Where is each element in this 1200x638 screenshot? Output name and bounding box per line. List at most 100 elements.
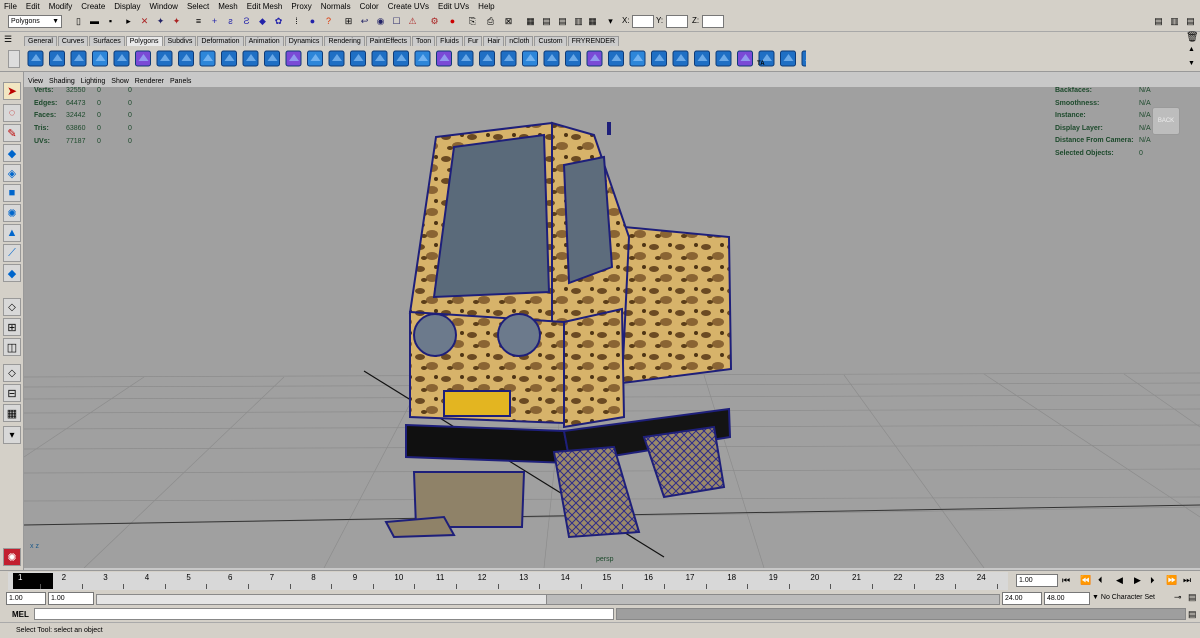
fill-hole-icon[interactable] bbox=[780, 50, 796, 67]
panel-menu-renderer[interactable]: Renderer bbox=[135, 78, 164, 85]
command-input[interactable] bbox=[34, 608, 614, 620]
soccer-ball-icon[interactable] bbox=[242, 50, 259, 67]
history-icon[interactable]: ⚙ bbox=[428, 15, 441, 28]
snap-curve-icon[interactable]: ↩ bbox=[358, 15, 371, 28]
shelf-scroll-up-icon[interactable]: ▲ bbox=[1188, 46, 1195, 53]
fryrender-logo-icon[interactable]: ✺ bbox=[3, 548, 21, 566]
transform-mode-icon[interactable]: ▾ bbox=[604, 15, 617, 28]
panel-menu-panels[interactable]: Panels bbox=[170, 78, 191, 85]
shelf-scroll-down-icon[interactable]: ▼ bbox=[1188, 60, 1195, 67]
cube-icon[interactable] bbox=[49, 50, 65, 67]
boolean-difference-icon[interactable] bbox=[393, 50, 409, 67]
show-tool-settings-icon[interactable]: ▤ bbox=[1184, 15, 1197, 28]
menu-edit[interactable]: Edit bbox=[26, 2, 40, 11]
boolean-intersection-icon[interactable] bbox=[414, 50, 431, 67]
panel-menu-shading[interactable]: Shading bbox=[49, 78, 75, 85]
menu-create[interactable]: Create bbox=[81, 2, 105, 11]
menu-normals[interactable]: Normals bbox=[321, 2, 351, 11]
single-perspective-layout-icon[interactable]: ◇ bbox=[3, 298, 21, 316]
soft-modification-icon[interactable]: ▲ bbox=[3, 224, 21, 242]
append-polygon-icon[interactable] bbox=[457, 50, 474, 67]
pyramid-icon[interactable] bbox=[178, 50, 194, 67]
tab-fur[interactable]: Fur bbox=[463, 36, 483, 46]
rotate-tool-icon[interactable]: ◈ bbox=[3, 164, 21, 182]
delete-edge-icon[interactable] bbox=[651, 50, 667, 67]
persp-outliner-layout-icon[interactable]: ◫ bbox=[3, 338, 21, 356]
go-to-end-icon[interactable]: ⏭ bbox=[1183, 575, 1191, 586]
insert-edge-loop-icon[interactable] bbox=[500, 50, 517, 67]
scale-tool-icon[interactable]: ■ bbox=[3, 184, 21, 202]
separate-icon[interactable] bbox=[307, 50, 323, 67]
range-end-field[interactable]: 48.00 bbox=[1044, 592, 1090, 605]
pick-mask-icon[interactable]: ✦ bbox=[170, 15, 183, 28]
menu-help[interactable]: Help bbox=[478, 2, 494, 11]
render-settings-icon[interactable]: ⎙ bbox=[484, 15, 497, 28]
extrude-icon[interactable] bbox=[543, 50, 560, 67]
ipr-render-icon[interactable]: ⎘ bbox=[466, 15, 479, 28]
panel-menu-lighting[interactable]: Lighting bbox=[81, 78, 106, 85]
tool-settings-icon[interactable]: ▤ bbox=[556, 15, 569, 28]
select-component-icon[interactable]: ✦ bbox=[154, 15, 167, 28]
move-tool-icon[interactable]: ◆ bbox=[3, 144, 21, 162]
shelf-options-icon[interactable] bbox=[8, 50, 20, 68]
tab-hair[interactable]: Hair bbox=[483, 36, 505, 46]
tab-surfaces[interactable]: Surfaces bbox=[89, 36, 125, 46]
snap-point-icon[interactable]: ◉ bbox=[374, 15, 387, 28]
current-frame-field[interactable]: 1.00 bbox=[1016, 574, 1058, 587]
panel-menu-view[interactable]: View bbox=[28, 78, 43, 85]
cone-icon[interactable] bbox=[92, 50, 108, 67]
panel-menu-show[interactable]: Show bbox=[111, 78, 129, 85]
show-attribute-editor-icon[interactable]: ▥ bbox=[1168, 15, 1181, 28]
helix-icon[interactable] bbox=[221, 50, 237, 67]
select-tool-icon[interactable]: ➤ bbox=[3, 82, 21, 100]
merge-icon[interactable] bbox=[629, 50, 646, 67]
collapse-icon[interactable] bbox=[672, 50, 689, 67]
layer-editor-icon[interactable]: ▦ bbox=[586, 15, 599, 28]
menu-display[interactable]: Display bbox=[114, 2, 140, 11]
sphere-icon[interactable] bbox=[27, 50, 44, 67]
hypershade-persp-layout-icon[interactable]: ⊟ bbox=[3, 384, 21, 402]
new-scene-icon[interactable]: ▯ bbox=[72, 15, 85, 28]
perspective-viewport[interactable]: Verts: 32550 0 0 Edges: 64473 0 0 Faces:… bbox=[24, 87, 1200, 568]
time-ruler[interactable]: 1 2 3 4 5 6 7 8 9 10 11 12 13 14 15 16 17 18 19 20 21 22 23 24 bbox=[8, 572, 1008, 590]
lasso-tool-icon[interactable]: ◌ bbox=[3, 104, 21, 122]
attribute-editor-icon[interactable]: ▤ bbox=[540, 15, 553, 28]
step-back-frame-icon[interactable]: ⏴ bbox=[1098, 575, 1103, 586]
snap-grid-icon[interactable]: ⊞ bbox=[342, 15, 355, 28]
prism-icon[interactable] bbox=[156, 50, 173, 67]
chamfer-icon[interactable] bbox=[715, 50, 732, 67]
shelf-menu-icon[interactable]: ☰ bbox=[4, 34, 18, 44]
menu-modify[interactable]: Modify bbox=[49, 2, 73, 11]
tab-ncloth[interactable]: nCloth bbox=[505, 36, 534, 46]
plane-icon[interactable] bbox=[113, 50, 130, 67]
smooth-icon[interactable] bbox=[350, 50, 366, 67]
tab-rendering[interactable]: Rendering bbox=[324, 36, 365, 46]
render-current-icon[interactable]: ● bbox=[446, 15, 459, 28]
layout-options-icon[interactable]: ▾ bbox=[3, 426, 21, 444]
offset-edge-loop-icon[interactable] bbox=[522, 50, 538, 67]
show-manipulator-icon[interactable]: ⟋ bbox=[3, 244, 21, 262]
torus-icon[interactable] bbox=[135, 50, 151, 67]
tab-dynamics[interactable]: Dynamics bbox=[284, 36, 324, 46]
menu-edit-uvs[interactable]: Edit UVs bbox=[438, 2, 469, 11]
shelf-trash-icon[interactable]: 🗑 bbox=[1186, 32, 1199, 44]
script-editor-icon[interactable]: ▤ bbox=[1188, 609, 1197, 620]
persp-graph-layout-icon[interactable]: ◇ bbox=[3, 364, 21, 382]
universal-manipulator-icon[interactable]: ✺ bbox=[3, 204, 21, 222]
menu-set-dropdown[interactable]: Polygons ▼ bbox=[8, 15, 62, 28]
menu-select[interactable]: Select bbox=[187, 2, 209, 11]
menu-window[interactable]: Window bbox=[150, 2, 178, 11]
play-forwards-icon[interactable]: ▶ bbox=[1134, 575, 1141, 586]
pick-dynamics-icon[interactable]: ✿ bbox=[272, 15, 285, 28]
range-playback-end-field[interactable]: 24.00 bbox=[1002, 592, 1042, 605]
select-hierarchy-icon[interactable]: ▸ bbox=[122, 15, 135, 28]
view-cube[interactable]: BACK bbox=[1152, 107, 1180, 135]
tab-polygons[interactable]: Polygons bbox=[125, 36, 163, 46]
tab-deformation[interactable]: Deformation bbox=[197, 36, 244, 46]
reduce-icon[interactable] bbox=[801, 50, 806, 67]
select-object-icon[interactable]: ✕ bbox=[138, 15, 151, 28]
mirror-icon[interactable] bbox=[436, 50, 452, 67]
platonic-icon[interactable] bbox=[264, 50, 280, 67]
range-slider-bar[interactable] bbox=[96, 594, 1000, 605]
step-forward-frame-icon[interactable]: ⏵ bbox=[1150, 575, 1155, 586]
